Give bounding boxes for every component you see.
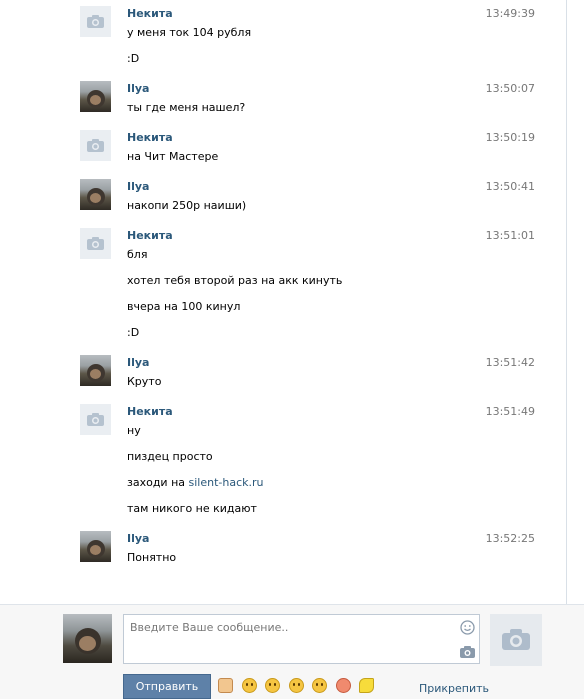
send-button[interactable]: Отправить: [123, 674, 211, 699]
message-time: 13:51:01: [485, 229, 535, 242]
avatar[interactable]: [80, 130, 111, 161]
wink-face-icon[interactable]: [312, 678, 327, 693]
emoji-bar: [218, 678, 379, 696]
message-text: бля: [127, 248, 148, 261]
message-time: 13:50:07: [485, 82, 535, 95]
avatar[interactable]: [80, 81, 111, 112]
message-input[interactable]: Введите Ваше сообщение..: [123, 614, 480, 664]
message-time: 13:52:25: [485, 532, 535, 545]
message-text: на Чит Мастере: [127, 150, 219, 163]
avatar[interactable]: [80, 6, 111, 37]
neutral-face-icon[interactable]: [265, 678, 280, 693]
message-text: пиздец просто: [127, 450, 213, 463]
message-author[interactable]: Ilya: [127, 356, 149, 369]
message-text: вчера на 100 кинул: [127, 300, 241, 313]
avatar[interactable]: [80, 355, 111, 386]
avatar[interactable]: [80, 404, 111, 435]
message-time: 13:51:49: [485, 405, 535, 418]
banana-icon[interactable]: [359, 678, 374, 693]
message-input-placeholder: Введите Ваше сообщение..: [130, 621, 289, 634]
message-composer: Введите Ваше сообщение.. Отправить Прикр…: [0, 604, 584, 699]
camera-icon: [502, 629, 530, 650]
smile-face-icon[interactable]: [288, 678, 304, 693]
message-time: 13:50:19: [485, 131, 535, 144]
message-time: 13:51:42: [485, 356, 535, 369]
message-time: 13:50:41: [485, 180, 535, 193]
camera-icon: [87, 413, 104, 426]
avatar[interactable]: [80, 228, 111, 259]
peach-icon[interactable]: [335, 678, 351, 693]
message-text: накопи 250р наиши): [127, 199, 247, 212]
message-author[interactable]: Ilya: [127, 532, 149, 545]
message-text: ну: [127, 424, 141, 437]
thumbs-up-icon[interactable]: [218, 678, 233, 693]
laughing-icon[interactable]: [241, 678, 257, 693]
camera-icon: [87, 139, 104, 152]
message-text: Понятно: [127, 551, 177, 564]
message-link[interactable]: silent-hack.ru: [189, 476, 264, 489]
attach-link[interactable]: Прикрепить: [419, 682, 489, 695]
message-author[interactable]: Некита: [127, 229, 173, 242]
message-text: там никого не кидают: [127, 502, 257, 515]
camera-icon: [87, 237, 104, 250]
message-author[interactable]: Ilya: [127, 180, 149, 193]
message-time: 13:49:39: [485, 7, 535, 20]
smile-icon[interactable]: [460, 620, 475, 635]
avatar[interactable]: [80, 179, 111, 210]
avatar[interactable]: [80, 531, 111, 562]
message-author[interactable]: Ilya: [127, 82, 149, 95]
message-text: :D: [127, 326, 140, 339]
my-avatar[interactable]: [63, 614, 112, 663]
message-text-prefix: заходи на: [127, 476, 189, 489]
message-author[interactable]: Некита: [127, 7, 173, 20]
message-text: у меня ток 104 рубля: [127, 26, 252, 39]
message-text: :D: [127, 52, 140, 65]
message-text: Круто: [127, 375, 162, 388]
message-text: ты где меня нашел?: [127, 101, 246, 114]
message-history[interactable]: Некита 13:49:39 у меня ток 104 рубля :D …: [0, 0, 567, 604]
message-author[interactable]: Некита: [127, 131, 173, 144]
attach-photo-button[interactable]: [490, 614, 542, 666]
message-text: хотел тебя второй раз на акк кинуть: [127, 274, 343, 287]
camera-icon: [87, 15, 104, 28]
message-author[interactable]: Некита: [127, 405, 173, 418]
camera-icon[interactable]: [460, 646, 475, 658]
message-text: заходи на silent-hack.ru: [127, 476, 264, 489]
